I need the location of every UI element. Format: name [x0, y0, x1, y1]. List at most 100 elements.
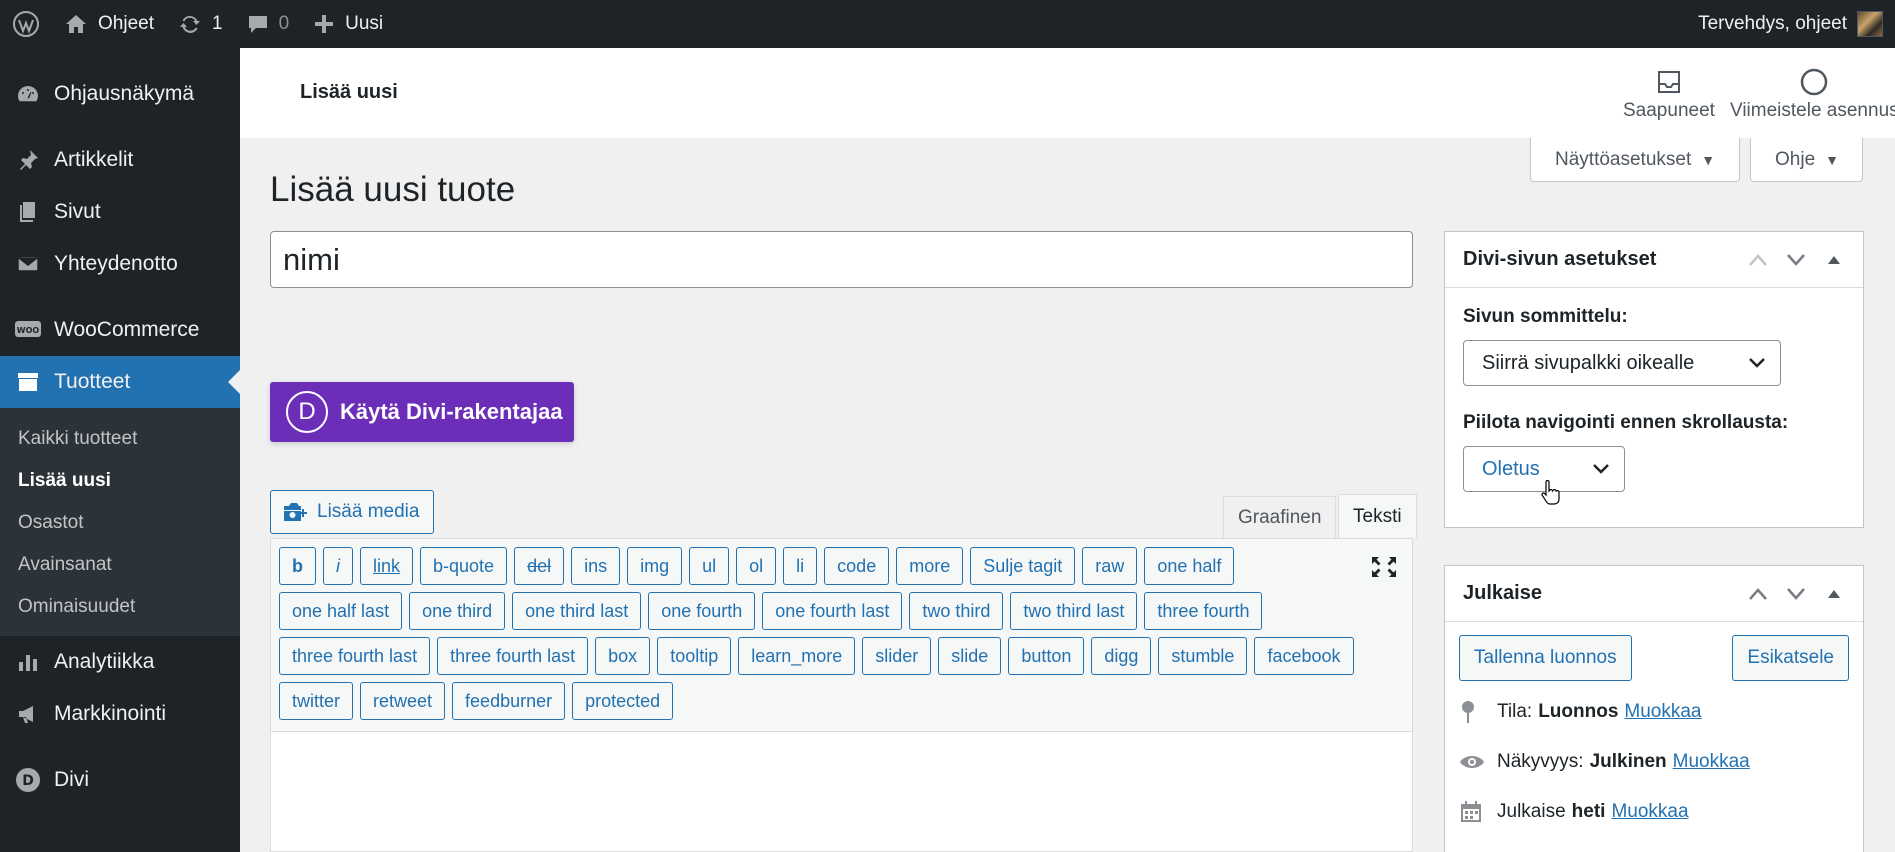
quicktag-button[interactable]: one fourth last — [762, 592, 903, 630]
menu-label: Divi — [54, 768, 89, 791]
menu-label: Markkinointi — [54, 702, 167, 725]
quicktag-button[interactable]: slider — [862, 637, 932, 675]
quicktag-button[interactable]: three fourth — [1144, 592, 1263, 630]
site-home-link[interactable]: Ohjeet — [52, 0, 166, 48]
move-down-icon[interactable] — [1777, 253, 1815, 267]
status-label: Tila: — [1497, 701, 1533, 722]
quicktag-button[interactable]: stumble — [1158, 637, 1248, 675]
quicktag-button[interactable]: ul — [689, 547, 730, 585]
submenu-tags[interactable]: Avainsanat — [0, 544, 240, 586]
comments-link[interactable]: 0 — [235, 0, 302, 48]
quicktag-button[interactable]: slide — [938, 637, 1002, 675]
updates-link[interactable]: 1 — [166, 0, 235, 48]
menu-item-posts[interactable]: Artikkelit — [0, 134, 240, 186]
submenu-all-products[interactable]: Kaikki tuotteet — [0, 418, 240, 460]
quicktag-button[interactable]: box — [595, 637, 651, 675]
menu-item-products[interactable]: Tuotteet — [0, 356, 240, 408]
quicktag-button[interactable]: digg — [1091, 637, 1152, 675]
quicktag-button[interactable]: three fourth last — [437, 637, 589, 675]
edit-status-link[interactable]: Muokkaa — [1624, 701, 1701, 723]
quicktag-button[interactable]: raw — [1082, 547, 1138, 585]
quicktag-button[interactable]: protected — [572, 682, 674, 720]
eye-icon — [1459, 753, 1497, 771]
menu-item-analytics[interactable]: Analytiikka — [0, 636, 240, 688]
quicktag-button[interactable]: three fourth last — [279, 637, 431, 675]
visibility-row: Näkyvyys: Julkinen Muokkaa — [1459, 737, 1849, 787]
tab-visual[interactable]: Graafinen — [1223, 496, 1337, 538]
menu-item-marketing[interactable]: Markkinointi — [0, 688, 240, 740]
user-account-link[interactable]: Tervehdys, ohjeet — [1686, 0, 1895, 48]
quicktag-button[interactable]: two third — [909, 592, 1004, 630]
inbox-button[interactable]: Saapuneet — [1623, 64, 1715, 122]
help-button[interactable]: Ohje ▼ — [1750, 138, 1863, 182]
submenu-categories[interactable]: Osastot — [0, 502, 240, 544]
move-up-icon[interactable] — [1739, 253, 1777, 267]
wordpress-logo-icon[interactable] — [0, 0, 52, 48]
divi-logo-icon: D — [286, 391, 328, 433]
layout-select[interactable]: Siirrä sivupalkki oikealle — [1463, 340, 1781, 386]
edit-visibility-link[interactable]: Muokkaa — [1673, 751, 1750, 773]
fullscreen-icon[interactable] — [1370, 555, 1398, 584]
move-down-icon[interactable] — [1777, 587, 1815, 601]
use-divi-builder-button[interactable]: D Käytä Divi-rakentajaa — [270, 382, 574, 442]
quicktag-button[interactable]: link — [360, 547, 414, 585]
quicktag-button[interactable]: del — [514, 547, 565, 585]
preview-button[interactable]: Esikatsele — [1732, 635, 1849, 681]
svg-text:D: D — [22, 773, 34, 789]
quicktag-button[interactable]: b — [279, 547, 316, 585]
menu-item-contact[interactable]: Yhteydenotto — [0, 238, 240, 290]
menu-label: Analytiikka — [54, 650, 155, 673]
menu-item-pages[interactable]: Sivut — [0, 186, 240, 238]
quicktag-button[interactable]: one half last — [279, 592, 403, 630]
quicktag-button[interactable]: learn_more — [738, 637, 856, 675]
toggle-panel-icon[interactable] — [1815, 255, 1853, 265]
menu-label: WooCommerce — [54, 318, 200, 341]
menu-item-woocommerce[interactable]: WOO WooCommerce — [0, 304, 240, 356]
chevron-down-icon — [1592, 458, 1610, 481]
submenu-attributes[interactable]: Ominaisuudet — [0, 586, 240, 628]
menu-label: Artikkelit — [54, 148, 134, 171]
quicktag-button[interactable]: Sulje tagit — [970, 547, 1076, 585]
quicktag-button[interactable]: b-quote — [420, 547, 508, 585]
toggle-panel-icon[interactable] — [1815, 589, 1853, 599]
quicktag-button[interactable]: feedburner — [452, 682, 566, 720]
caret-down-icon: ▼ — [1701, 151, 1716, 168]
new-content-link[interactable]: Uusi — [301, 0, 395, 48]
quicktag-button[interactable]: facebook — [1254, 637, 1354, 675]
editor-textarea[interactable] — [271, 732, 1412, 852]
quicktag-button[interactable]: i — [323, 547, 353, 585]
menu-label: Tuotteet — [54, 370, 131, 393]
move-up-icon[interactable] — [1739, 587, 1777, 601]
pin-icon — [1459, 700, 1497, 724]
quicktag-button[interactable]: one third last — [512, 592, 642, 630]
screen-options-button[interactable]: Näyttöasetukset ▼ — [1530, 138, 1740, 182]
product-title-input[interactable]: nimi — [270, 231, 1413, 288]
avatar — [1857, 11, 1883, 37]
quicktag-button[interactable]: img — [627, 547, 683, 585]
quicktag-button[interactable]: code — [824, 547, 890, 585]
quicktag-button[interactable]: tooltip — [657, 637, 732, 675]
submenu-add-new[interactable]: Lisää uusi — [0, 460, 240, 502]
products-submenu: Kaikki tuotteet Lisää uusi Osastot Avain… — [0, 408, 240, 636]
edit-publish-time-link[interactable]: Muokkaa — [1611, 801, 1688, 823]
menu-item-dashboard[interactable]: Ohjausnäkymä — [0, 68, 240, 120]
quicktag-button[interactable]: button — [1008, 637, 1085, 675]
quicktag-button[interactable]: one third — [409, 592, 506, 630]
add-media-button[interactable]: Lisää media — [270, 490, 435, 534]
add-media-label: Lisää media — [317, 501, 420, 522]
quicktag-button[interactable]: one half — [1144, 547, 1235, 585]
quicktag-button[interactable]: more — [896, 547, 964, 585]
menu-item-divi[interactable]: D Divi — [0, 754, 240, 806]
status-value: Luonnos — [1538, 701, 1619, 722]
quicktag-button[interactable]: two third last — [1010, 592, 1138, 630]
quicktag-button[interactable]: li — [783, 547, 818, 585]
circle-icon — [1800, 68, 1828, 96]
quicktag-button[interactable]: ol — [736, 547, 777, 585]
quicktag-button[interactable]: twitter — [279, 682, 354, 720]
quicktag-button[interactable]: retweet — [360, 682, 446, 720]
finish-setup-button[interactable]: Viimeistele asennus — [1730, 64, 1895, 122]
save-draft-button[interactable]: Tallenna luonnos — [1459, 635, 1632, 681]
quicktag-button[interactable]: one fourth — [648, 592, 756, 630]
quicktag-button[interactable]: ins — [571, 547, 621, 585]
tab-text[interactable]: Teksti — [1338, 494, 1417, 538]
